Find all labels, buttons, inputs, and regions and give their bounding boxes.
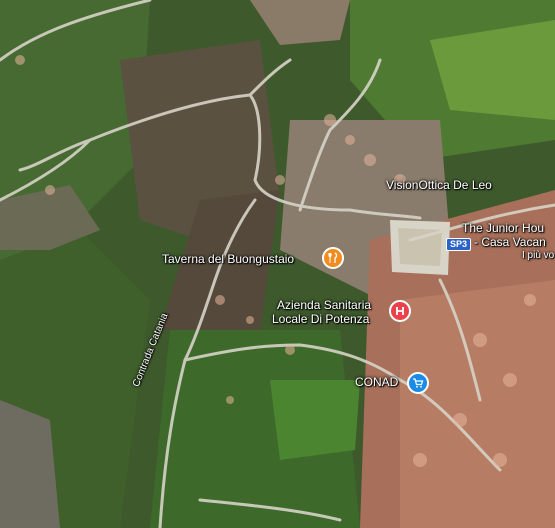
label-junior-house-line3[interactable]: I più vo xyxy=(522,249,554,262)
hospital-icon[interactable] xyxy=(389,300,411,322)
label-azienda-line2[interactable]: Locale Di Potenza xyxy=(272,313,369,326)
label-azienda-line1[interactable]: Azienda Sanitaria xyxy=(277,299,371,312)
label-visionottica[interactable]: VisionOttica De Leo xyxy=(386,179,492,192)
label-taverna[interactable]: Taverna del Buongustaio xyxy=(162,253,294,266)
label-junior-house-line2[interactable]: - Casa Vacan xyxy=(474,236,546,249)
route-shield-sp3: SP3 xyxy=(446,238,472,251)
label-conad[interactable]: CONAD xyxy=(355,376,398,389)
label-junior-house-line1[interactable]: The Junior Hou xyxy=(462,222,544,235)
satellite-map[interactable]: VisionOttica De Leo The Junior Hou - Cas… xyxy=(0,0,555,528)
shopping-cart-icon[interactable] xyxy=(407,372,429,394)
fork-knife-icon[interactable] xyxy=(322,247,344,269)
